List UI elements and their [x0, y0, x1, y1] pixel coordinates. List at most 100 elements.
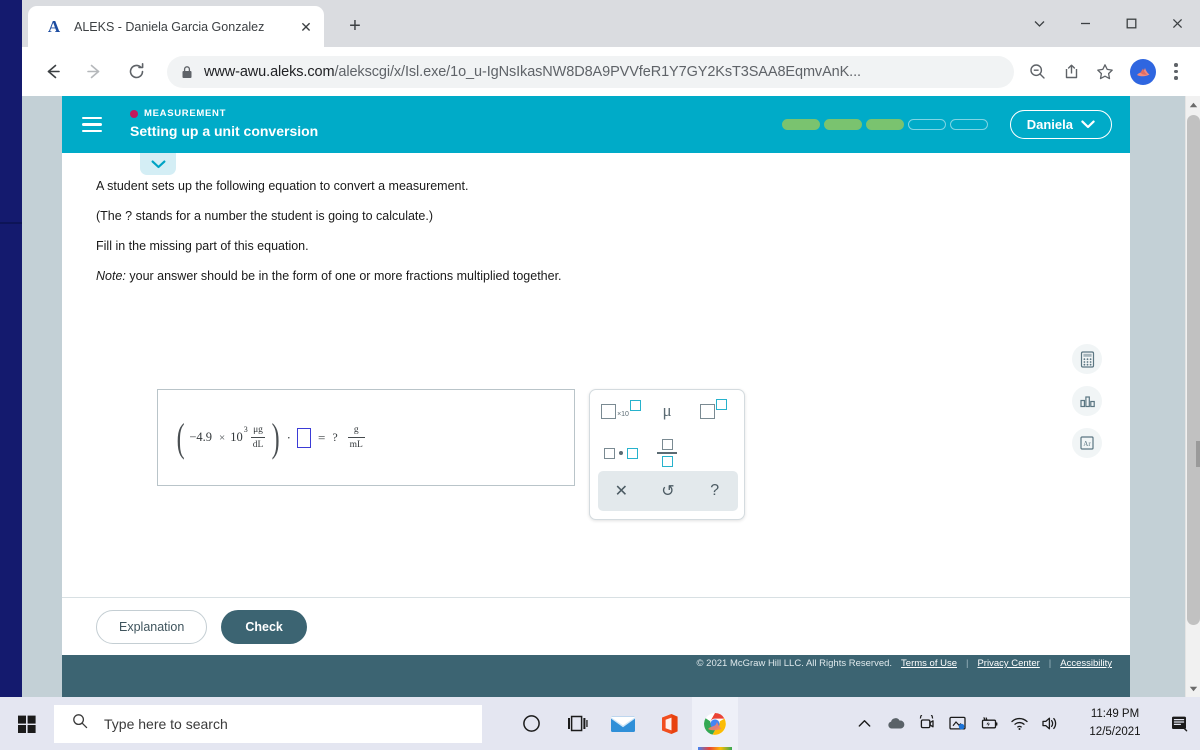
close-window-icon[interactable] — [1154, 0, 1200, 47]
display-icon[interactable] — [942, 697, 973, 750]
topic-category: MEASUREMENT — [130, 108, 318, 120]
check-button[interactable]: Check — [221, 609, 307, 644]
desktop-divider — [0, 222, 22, 224]
bookmark-star-icon[interactable] — [1088, 56, 1122, 88]
address-bar[interactable]: www-awu.aleks.com/alekscgi/x/Isl.exe/1o_… — [167, 55, 1014, 88]
scroll-down-arrow[interactable] — [1186, 680, 1200, 697]
scientific-notation-button[interactable]: ×10 — [598, 391, 644, 431]
placeholder-square — [627, 447, 638, 459]
user-menu-button[interactable]: Daniela — [1009, 110, 1112, 139]
url-domain: www-awu.aleks.com — [204, 63, 335, 80]
exponent: 3 — [243, 425, 248, 435]
category-label: MEASUREMENT — [144, 108, 227, 120]
notifications-icon[interactable] — [1158, 697, 1200, 750]
progress-segment — [949, 119, 988, 130]
profile-avatar[interactable] — [1130, 58, 1156, 85]
close-tab-icon[interactable]: ✕ — [296, 17, 316, 37]
left-paren: ( — [176, 414, 185, 460]
page-scrollbar[interactable] — [1185, 96, 1200, 697]
answer-input-box[interactable] — [296, 427, 311, 448]
clear-button[interactable]: ✕ — [598, 471, 645, 511]
denominator-square — [661, 455, 673, 467]
task-view-icon[interactable] — [554, 697, 600, 750]
minimize-icon[interactable] — [1062, 0, 1108, 47]
forward-button[interactable] — [78, 56, 110, 88]
superscript-button[interactable] — [690, 391, 736, 431]
share-icon[interactable] — [1054, 56, 1088, 88]
aleks-favicon: A — [47, 16, 61, 36]
back-button[interactable] — [36, 56, 68, 88]
search-placeholder: Type here to search — [104, 715, 228, 732]
windows-taskbar: Type here to search 11:49 PM 12/5/2021 — [0, 697, 1200, 750]
battery-icon[interactable] — [973, 697, 1004, 750]
browser-toolbar: www-awu.aleks.com/alekscgi/x/Isl.exe/1o_… — [22, 47, 1200, 96]
tab-search-icon[interactable] — [1016, 0, 1062, 47]
browser-window: A ALEKS - Daniela Garcia Gonzalez ✕ + ww… — [22, 0, 1200, 697]
scrollbar-thumb[interactable] — [1187, 115, 1200, 625]
maximize-icon[interactable] — [1108, 0, 1154, 47]
accessibility-link[interactable]: Accessibility — [1060, 658, 1112, 669]
url-path: /alekscgi/x/Isl.exe/1o_u-IgNsIkasNW8D8A9… — [334, 63, 861, 80]
office-icon[interactable] — [646, 697, 692, 750]
tool-rail: Ar — [1072, 344, 1102, 458]
meet-camera-icon[interactable] — [911, 697, 942, 750]
unknown-question-mark: ? — [332, 430, 338, 444]
show-hidden-icons-chevron[interactable] — [849, 697, 880, 750]
chrome-icon[interactable] — [692, 697, 738, 750]
kebab-menu-icon[interactable] — [1162, 56, 1190, 88]
scroll-up-arrow[interactable] — [1186, 96, 1200, 113]
header-right: Daniela — [781, 110, 1112, 139]
privacy-center-link[interactable]: Privacy Center — [977, 658, 1039, 669]
toolbar-icons — [1020, 56, 1192, 88]
palette-row-2 — [590, 432, 744, 474]
palette-row-1: ×10 μ — [590, 390, 744, 432]
separator: | — [966, 658, 969, 669]
taskbar-search-input[interactable]: Type here to search — [54, 704, 482, 743]
hamburger-menu-icon[interactable] — [82, 112, 108, 138]
progress-segment — [865, 119, 904, 130]
note-label: Note: — [96, 269, 126, 283]
note-text: your answer should be in the form of one… — [125, 269, 562, 283]
tab-title: ALEKS - Daniela Garcia Gonzalez — [74, 19, 265, 34]
fraction-bar — [657, 452, 677, 454]
taskbar-clock[interactable]: 11:49 PM 12/5/2021 — [1072, 697, 1158, 750]
progress-segment — [823, 119, 862, 130]
zoom-out-icon[interactable] — [1020, 56, 1054, 88]
help-button[interactable]: ? — [691, 471, 738, 511]
windows-start-icon[interactable] — [0, 697, 54, 750]
multiplication-button[interactable] — [598, 433, 644, 473]
terms-of-use-link[interactable]: Terms of Use — [901, 658, 957, 669]
given-unit-fraction: μg dL — [250, 425, 266, 450]
new-tab-button[interactable]: + — [342, 13, 368, 39]
question-content: A student sets up the following equation… — [62, 153, 1130, 283]
equation: ( −4.9 × 103 μg dL ) · = ? g mL — [174, 414, 369, 460]
wifi-icon[interactable] — [1004, 697, 1035, 750]
onedrive-cloud-icon[interactable] — [880, 697, 911, 750]
periodic-table-icon[interactable]: Ar — [1072, 428, 1102, 458]
question-line-1: A student sets up the following equation… — [96, 179, 469, 193]
mail-icon[interactable] — [600, 697, 646, 750]
system-tray: 11:49 PM 12/5/2021 — [849, 697, 1200, 750]
equation-answer-area[interactable]: ( −4.9 × 103 μg dL ) · = ? g mL — [157, 389, 575, 486]
fraction-button[interactable] — [644, 433, 690, 473]
search-icon — [72, 713, 88, 734]
scientific-notation-icon: ×10 — [601, 399, 641, 419]
dot — [619, 451, 623, 455]
coefficient: −4.9 — [189, 430, 213, 444]
micro-symbol-button[interactable]: μ — [644, 391, 690, 431]
calculator-icon[interactable] — [1072, 344, 1102, 374]
result-unit-fraction: g mL — [347, 425, 365, 450]
browser-tab[interactable]: A ALEKS - Daniela Garcia Gonzalez ✕ — [28, 6, 324, 47]
equals-symbol: = — [317, 429, 326, 445]
reload-button[interactable] — [120, 56, 152, 88]
data-chart-icon[interactable] — [1072, 386, 1102, 416]
placeholder-square — [604, 447, 615, 459]
exponent-square — [629, 399, 641, 411]
volume-icon[interactable] — [1035, 697, 1066, 750]
explanation-button[interactable]: Explanation — [96, 609, 208, 644]
page-title: Setting up a unit conversion — [130, 123, 319, 140]
cortana-icon[interactable] — [508, 697, 554, 750]
window-controls — [1016, 0, 1200, 47]
undo-button[interactable]: ↺ — [645, 471, 692, 511]
clock-date: 12/5/2021 — [1089, 725, 1141, 738]
